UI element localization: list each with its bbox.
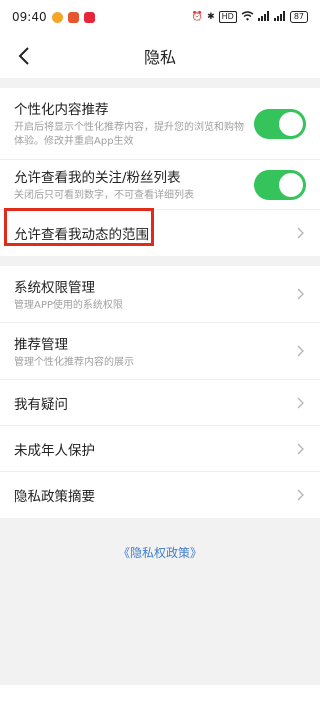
- follow-list-desc: 关闭后只可看到数字，不可查看详细列表: [14, 190, 194, 201]
- personalized-desc: 开启后将显示个性化推荐内容，提升您的浏览和购物体验。修改并重启App生效: [14, 122, 244, 147]
- battery-indicator: 87: [289, 11, 308, 23]
- row-policy-summary[interactable]: 隐私政策摘要: [0, 472, 320, 518]
- moments-scope-title: 允许查看我动态的范围: [14, 227, 149, 243]
- status-time: 09:40: [12, 10, 47, 24]
- row-system-permission[interactable]: 系统权限管理 管理APP使用的系统权限: [0, 266, 320, 323]
- privacy-policy-link[interactable]: 《隐私权政策》: [0, 544, 320, 561]
- chevron-right-icon: [294, 288, 306, 300]
- questions-title: 我有疑问: [14, 396, 68, 413]
- row-minor-protection[interactable]: 未成年人保护: [0, 426, 320, 472]
- status-bar: 09:40 ⏰ ✱ HD 87: [0, 0, 320, 34]
- hd-badge: HD: [218, 11, 237, 23]
- personalized-toggle[interactable]: [254, 108, 306, 139]
- recommend-manage-desc: 管理个性化推荐内容的展示: [14, 356, 134, 368]
- bottom-bar: [0, 685, 320, 715]
- signal-icon-2: [273, 10, 286, 24]
- divider: [0, 78, 320, 88]
- taobao-app-icon: [67, 11, 79, 23]
- mute-icon: ✱: [207, 12, 215, 22]
- follow-list-title: 允许查看我的关注/粉丝列表: [14, 170, 181, 186]
- personalized-title: 个性化内容推荐: [14, 102, 109, 118]
- system-permission-desc: 管理APP使用的系统权限: [14, 299, 123, 311]
- chevron-right-icon: [294, 227, 306, 239]
- page-title: 隐私: [143, 48, 176, 67]
- follow-list-toggle[interactable]: [254, 169, 306, 200]
- chevron-right-icon: [294, 345, 306, 357]
- row-follow-list: 允许查看我的关注/粉丝列表 关闭后只可看到数字，不可查看详细列表: [0, 160, 320, 210]
- minor-protection-title: 未成年人保护: [14, 442, 95, 459]
- nav-bar: 隐私: [0, 34, 320, 78]
- chevron-right-icon: [294, 397, 306, 409]
- signal-icon: [257, 10, 270, 24]
- recommend-manage-title: 推荐管理: [14, 336, 68, 353]
- privacy-toggles-section: 个性化内容推荐 开启后将显示个性化推荐内容，提升您的浏览和购物体验。修改并重启A…: [0, 88, 320, 256]
- wifi-icon: [241, 10, 254, 24]
- chevron-right-icon: [294, 489, 306, 501]
- row-questions[interactable]: 我有疑问: [0, 380, 320, 426]
- chevron-right-icon: [294, 443, 306, 455]
- row-moments-scope[interactable]: 允许查看我动态的范围: [0, 210, 320, 256]
- alarm-icon: ⏰: [191, 12, 204, 22]
- manage-section: 系统权限管理 管理APP使用的系统权限 推荐管理 管理个性化推荐内容的展示 我有…: [0, 266, 320, 518]
- system-permission-title: 系统权限管理: [14, 279, 95, 296]
- chevron-left-icon: [18, 47, 29, 65]
- policy-summary-title: 隐私政策摘要: [14, 489, 95, 505]
- weibo-app-icon: [51, 11, 63, 23]
- row-recommend-manage[interactable]: 推荐管理 管理个性化推荐内容的展示: [0, 323, 320, 380]
- divider: [0, 256, 320, 266]
- back-button[interactable]: [10, 42, 38, 70]
- news-app-icon: [83, 11, 95, 23]
- row-personalized: 个性化内容推荐 开启后将显示个性化推荐内容，提升您的浏览和购物体验。修改并重启A…: [0, 88, 320, 160]
